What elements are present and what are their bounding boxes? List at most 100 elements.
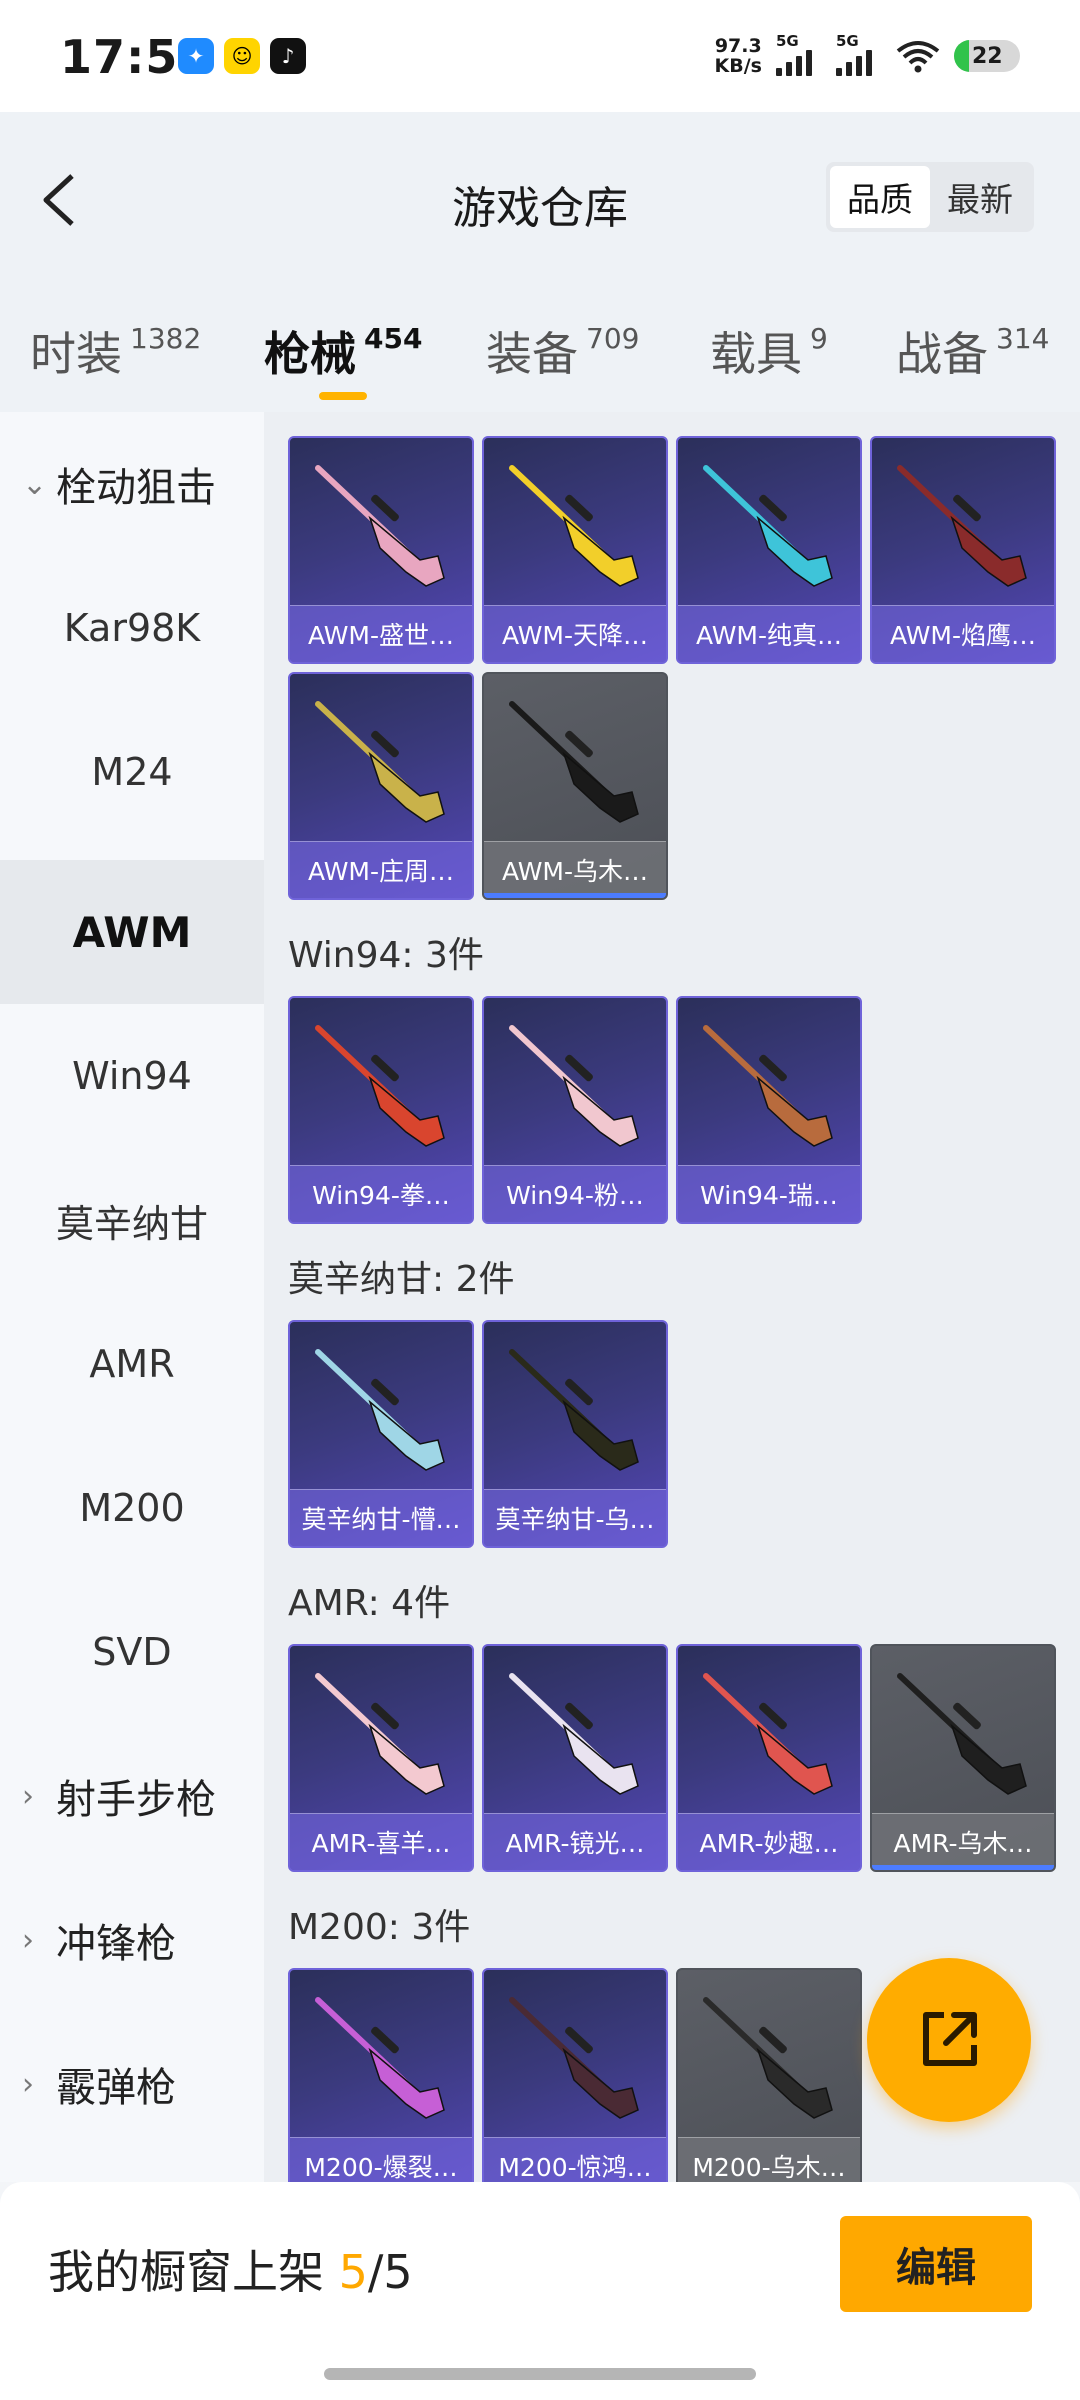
showcase-current-count: 5 <box>338 2245 368 2299</box>
rifle-icon <box>703 1025 833 1147</box>
sidebar-category-dmr[interactable]: › 射手步枪 <box>0 1724 264 1868</box>
skin-name: M200-爆裂… <box>290 2137 472 2182</box>
skin-name: AWM-庄周… <box>290 841 472 898</box>
skin-card[interactable]: AWM-盛世… <box>288 436 474 664</box>
skin-card[interactable]: AMR-镜光… <box>482 1644 668 1872</box>
tab-vehicles[interactable]: 载具 9 <box>710 318 828 384</box>
status-bar: 17:56 ✦ ☺ ♪ 97.3 KB/s 5G 5G 22 <box>0 0 1080 112</box>
sort-latest-button[interactable]: 最新 <box>930 166 1030 228</box>
sort-quality-button[interactable]: 品质 <box>830 166 930 228</box>
tab-gear[interactable]: 战备 314 <box>896 318 1049 384</box>
rifle-icon <box>897 465 1027 587</box>
rifle-icon <box>315 701 445 823</box>
skin-name: AMR-喜羊… <box>290 1813 472 1870</box>
sidebar-category-bolt-action[interactable]: ⌄ 栓动狙击 <box>0 412 264 556</box>
showcase-total-count: /5 <box>367 2245 413 2299</box>
skin-name: AWM-乌木… <box>484 841 666 898</box>
edit-button[interactable]: 编辑 <box>840 2216 1032 2312</box>
sidebar-item-amr[interactable]: AMR <box>0 1292 264 1436</box>
sidebar-item-m24[interactable]: M24 <box>0 700 264 844</box>
signal-icon: 5G <box>776 32 822 76</box>
sidebar-item-m200[interactable]: M200 <box>0 1436 264 1580</box>
rifle-icon <box>509 1997 639 2119</box>
tab-equipment[interactable]: 装备 709 <box>486 318 639 384</box>
net-speed-unit: KB/s <box>714 55 762 77</box>
skin-card[interactable]: AMR-喜羊… <box>288 1644 474 1872</box>
notification-icons: ✦ ☺ ♪ <box>178 38 306 74</box>
sidebar-item-svd[interactable]: SVD <box>0 1580 264 1724</box>
skin-card[interactable]: AWM-焰鹰… <box>870 436 1056 664</box>
sidebar-item-win94[interactable]: Win94 <box>0 1004 264 1148</box>
showcase-label: 我的橱窗上架 <box>48 2245 339 2299</box>
chevron-right-icon: › <box>22 1922 34 1958</box>
skin-name: M200-惊鸿… <box>484 2137 666 2182</box>
rifle-icon <box>703 1997 833 2119</box>
signal-label: 5G <box>836 32 859 50</box>
tab-count: 709 <box>586 322 640 355</box>
skin-card[interactable]: AMR-妙趣… <box>676 1644 862 1872</box>
home-indicator[interactable] <box>324 2368 756 2380</box>
rifle-icon <box>703 1673 833 1795</box>
skin-card[interactable]: M200-乌木… <box>676 1968 862 2182</box>
signal-label: 5G <box>776 32 799 50</box>
sidebar-item-awm[interactable]: AWM <box>0 860 264 1004</box>
rifle-icon <box>509 1349 639 1471</box>
skin-card[interactable]: Win94-拳… <box>288 996 474 1224</box>
sidebar-category-label: 霰弹枪 <box>56 2065 176 2111</box>
rifle-icon <box>897 1673 1027 1795</box>
skin-card[interactable]: M200-惊鸿… <box>482 1968 668 2182</box>
tab-label: 装备 <box>486 327 578 381</box>
skin-card[interactable]: 莫辛纳甘-乌… <box>482 1320 668 1548</box>
page-header: 游戏仓库 品质 最新 <box>0 112 1080 282</box>
sidebar-category-label: 射手步枪 <box>56 1777 216 1823</box>
tab-fashion[interactable]: 时装 1382 <box>30 318 201 384</box>
skin-name: AMR-妙趣… <box>678 1813 860 1870</box>
skin-card[interactable]: AWM-庄周… <box>288 672 474 900</box>
share-button[interactable] <box>867 1958 1031 2122</box>
sidebar-category-smg[interactable]: › 冲锋枪 <box>0 1868 264 2012</box>
sidebar-item-mosin[interactable]: 莫辛纳甘 <box>0 1148 264 1292</box>
battery-level: 22 <box>972 43 1003 69</box>
tab-label: 时装 <box>30 327 122 381</box>
app-notification-icon: ✦ <box>178 38 214 74</box>
selected-indicator <box>872 1865 1054 1870</box>
sidebar-category-label: 栓动狙击 <box>56 465 216 511</box>
skin-name: AWM-盛世… <box>290 605 472 662</box>
wifi-icon <box>896 41 940 73</box>
signal-icon: 5G <box>836 32 882 76</box>
tab-label: 枪械 <box>264 327 356 381</box>
skin-card[interactable]: AWM-天降… <box>482 436 668 664</box>
skin-card[interactable]: AWM-纯真… <box>676 436 862 664</box>
chevron-down-icon: ⌄ <box>22 466 48 502</box>
skin-card[interactable]: AMR-乌木… <box>870 1644 1056 1872</box>
rifle-icon <box>703 465 833 587</box>
skin-card[interactable]: 莫辛纳甘-懵… <box>288 1320 474 1548</box>
tab-count: 1382 <box>130 322 202 355</box>
app-notification-icon: ☺ <box>224 38 260 74</box>
sort-toggle: 品质 最新 <box>826 162 1034 232</box>
skin-card[interactable]: Win94-瑞… <box>676 996 862 1224</box>
skin-name: AWM-天降… <box>484 605 666 662</box>
skin-card[interactable]: AWM-乌木… <box>482 672 668 900</box>
status-right: 97.3 KB/s 5G 5G 22 <box>715 32 1020 76</box>
skin-name: AWM-焰鹰… <box>872 605 1054 662</box>
battery-icon: 22 <box>954 40 1020 72</box>
category-tabs: 时装 1382 枪械 454 装备 709 载具 9 战备 314 <box>0 282 1080 412</box>
sidebar-item-kar98k[interactable]: Kar98K <box>0 556 264 700</box>
rifle-icon <box>315 1673 445 1795</box>
chevron-right-icon: › <box>22 2066 34 2102</box>
weapon-skin-grid: AWM-盛世… AWM-天降… AWM-纯真… AWM-焰鹰… AWM-庄周… … <box>264 412 1080 2182</box>
skin-name: AWM-纯真… <box>678 605 860 662</box>
skin-name: AMR-乌木… <box>872 1813 1054 1870</box>
skin-name: 莫辛纳甘-乌… <box>484 1489 666 1546</box>
skin-name: AMR-镜光… <box>484 1813 666 1870</box>
skin-card[interactable]: Win94-粉… <box>482 996 668 1224</box>
skin-card[interactable]: M200-爆裂… <box>288 1968 474 2182</box>
skin-name: Win94-瑞… <box>678 1165 860 1222</box>
tab-weapons[interactable]: 枪械 454 <box>264 318 422 384</box>
rifle-icon <box>509 465 639 587</box>
rifle-icon <box>315 1349 445 1471</box>
chevron-right-icon: › <box>22 1778 34 1814</box>
sidebar-category-shotgun[interactable]: › 霰弹枪 <box>0 2012 264 2156</box>
net-speed: 97.3 KB/s <box>715 36 762 76</box>
